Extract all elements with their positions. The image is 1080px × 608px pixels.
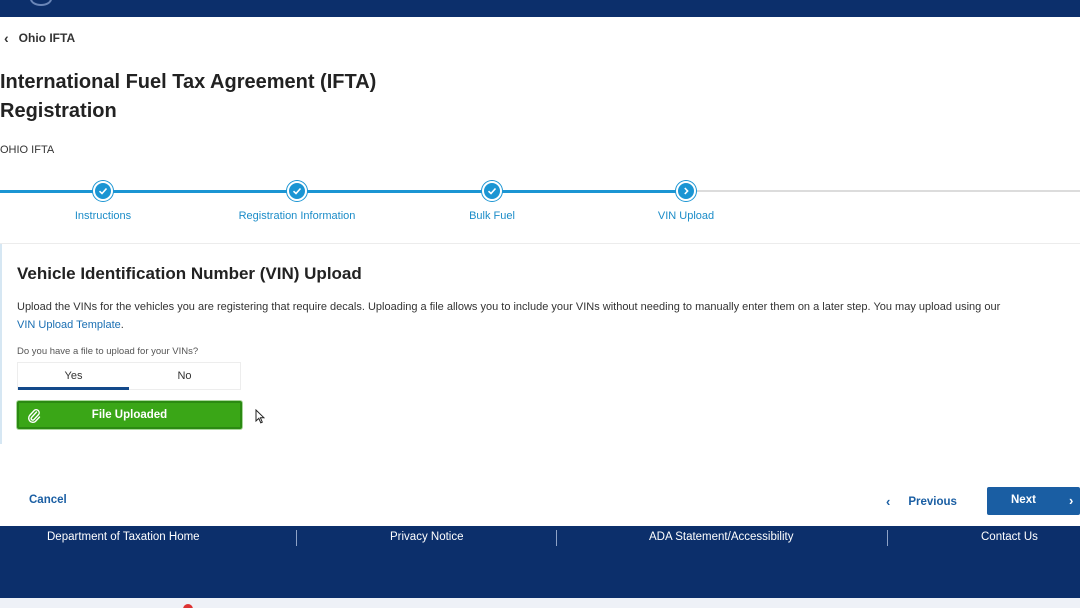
footer-separator	[556, 530, 557, 546]
section-divider	[0, 243, 1080, 244]
section-description: Upload the VINs for the vehicles you are…	[17, 298, 1067, 334]
page-title: International Fuel Tax Agreement (IFTA) …	[0, 68, 420, 126]
status-dot-icon	[183, 604, 193, 608]
previous-button[interactable]: ‹ Previous	[886, 494, 957, 509]
chevron-left-icon: ‹	[4, 30, 9, 46]
step-label: Registration Information	[238, 210, 356, 222]
footer-link-taxation-home[interactable]: Department of Taxation Home	[47, 531, 200, 543]
footer-link-contact-us[interactable]: Contact Us	[981, 531, 1038, 543]
page-subtitle: OHIO IFTA	[0, 144, 55, 156]
back-link-label: Ohio IFTA	[18, 31, 76, 45]
state-logo[interactable]	[30, 0, 52, 6]
step-registration-information[interactable]: Registration Information	[197, 181, 397, 222]
footer-separator	[296, 530, 297, 546]
footer-link-ada-statement[interactable]: ADA Statement/Accessibility	[649, 531, 793, 543]
option-yes[interactable]: Yes	[18, 363, 129, 390]
back-link[interactable]: ‹ Ohio IFTA	[4, 30, 75, 46]
check-icon	[287, 181, 307, 201]
section-title: Vehicle Identification Number (VIN) Uplo…	[17, 264, 362, 283]
previous-label: Previous	[908, 495, 957, 508]
footer-separator	[887, 530, 888, 546]
progress-stepper: Instructions Registration Information Bu…	[0, 178, 1080, 228]
chevron-right-icon: ›	[1069, 493, 1074, 508]
step-vin-upload[interactable]: VIN Upload	[586, 181, 786, 222]
step-bulk-fuel[interactable]: Bulk Fuel	[392, 181, 592, 222]
check-icon	[93, 181, 113, 201]
next-button[interactable]: Next ›	[987, 487, 1080, 515]
upload-choice-toggle: Yes No	[17, 362, 241, 390]
upload-question-label: Do you have a file to upload for your VI…	[17, 346, 199, 357]
paperclip-icon	[27, 408, 41, 429]
page-title-line2: Registration	[0, 100, 117, 122]
bottom-strip	[0, 598, 1080, 608]
file-uploaded-button[interactable]: File Uploaded	[17, 401, 242, 429]
step-label: VIN Upload	[657, 210, 715, 222]
description-suffix: .	[120, 319, 124, 331]
top-header-bar	[0, 0, 1080, 17]
step-instructions[interactable]: Instructions	[3, 181, 203, 222]
option-no[interactable]: No	[129, 363, 240, 389]
card-accent-border	[0, 244, 2, 444]
next-label: Next	[1011, 494, 1036, 506]
check-icon	[482, 181, 502, 201]
cancel-button[interactable]: Cancel	[29, 494, 67, 506]
chevron-right-icon	[676, 181, 696, 201]
file-uploaded-label: File Uploaded	[91, 409, 168, 421]
chevron-left-icon: ‹	[886, 494, 891, 509]
step-label: Bulk Fuel	[469, 210, 515, 222]
step-label: Instructions	[74, 210, 132, 222]
footer: Department of Taxation Home Privacy Noti…	[0, 526, 1080, 598]
footer-link-privacy-notice[interactable]: Privacy Notice	[390, 531, 464, 543]
description-text: Upload the VINs for the vehicles you are…	[17, 301, 1001, 313]
page-title-line1: International Fuel Tax Agreement (IFTA)	[0, 71, 377, 93]
vin-upload-template-link[interactable]: VIN Upload Template	[17, 319, 121, 331]
mouse-cursor-icon	[255, 408, 266, 429]
